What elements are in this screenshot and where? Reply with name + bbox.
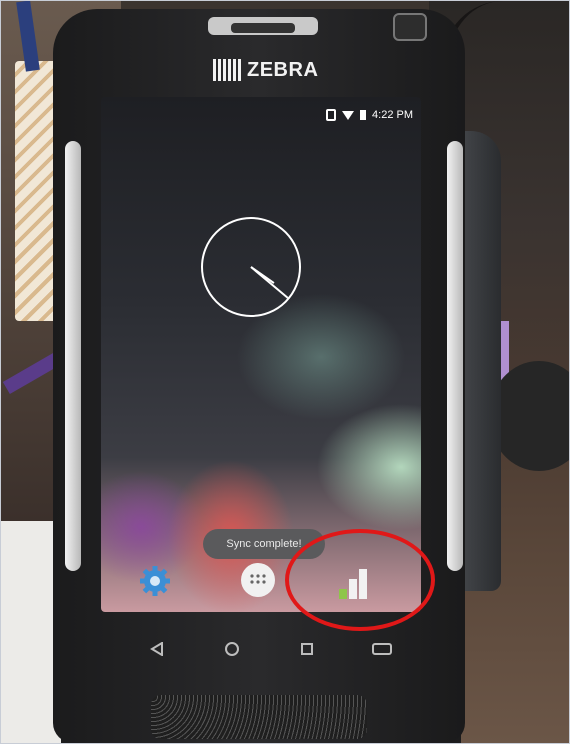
navigation-bar bbox=[119, 635, 419, 663]
zebra-logo-icon bbox=[213, 59, 241, 81]
home-icon[interactable] bbox=[217, 638, 247, 660]
photo-frame: ZEBRA 4:22 PM Sync complete! bbox=[0, 0, 570, 744]
brand-logo: ZEBRA bbox=[213, 57, 333, 83]
side-grip-left bbox=[65, 141, 81, 571]
battery-icon bbox=[360, 110, 367, 120]
clock-minute-hand bbox=[250, 266, 289, 299]
app-drawer-icon[interactable] bbox=[241, 563, 277, 599]
side-grip-right bbox=[447, 141, 463, 571]
status-bar: 4:22 PM bbox=[326, 107, 413, 123]
scan-window bbox=[231, 23, 295, 33]
back-icon[interactable] bbox=[142, 638, 172, 660]
menu-icon[interactable] bbox=[367, 638, 397, 660]
wifi-icon bbox=[342, 110, 355, 120]
analog-clock-widget[interactable] bbox=[201, 217, 301, 317]
power-button[interactable] bbox=[393, 13, 427, 41]
status-time: 4:22 PM bbox=[372, 109, 413, 121]
highlight-annotation bbox=[285, 529, 435, 631]
recents-icon[interactable] bbox=[292, 638, 322, 660]
settings-icon[interactable] bbox=[137, 563, 173, 599]
speaker-grille bbox=[151, 695, 367, 739]
brand-logo-text: ZEBRA bbox=[247, 58, 319, 81]
vibrate-icon bbox=[326, 109, 337, 121]
